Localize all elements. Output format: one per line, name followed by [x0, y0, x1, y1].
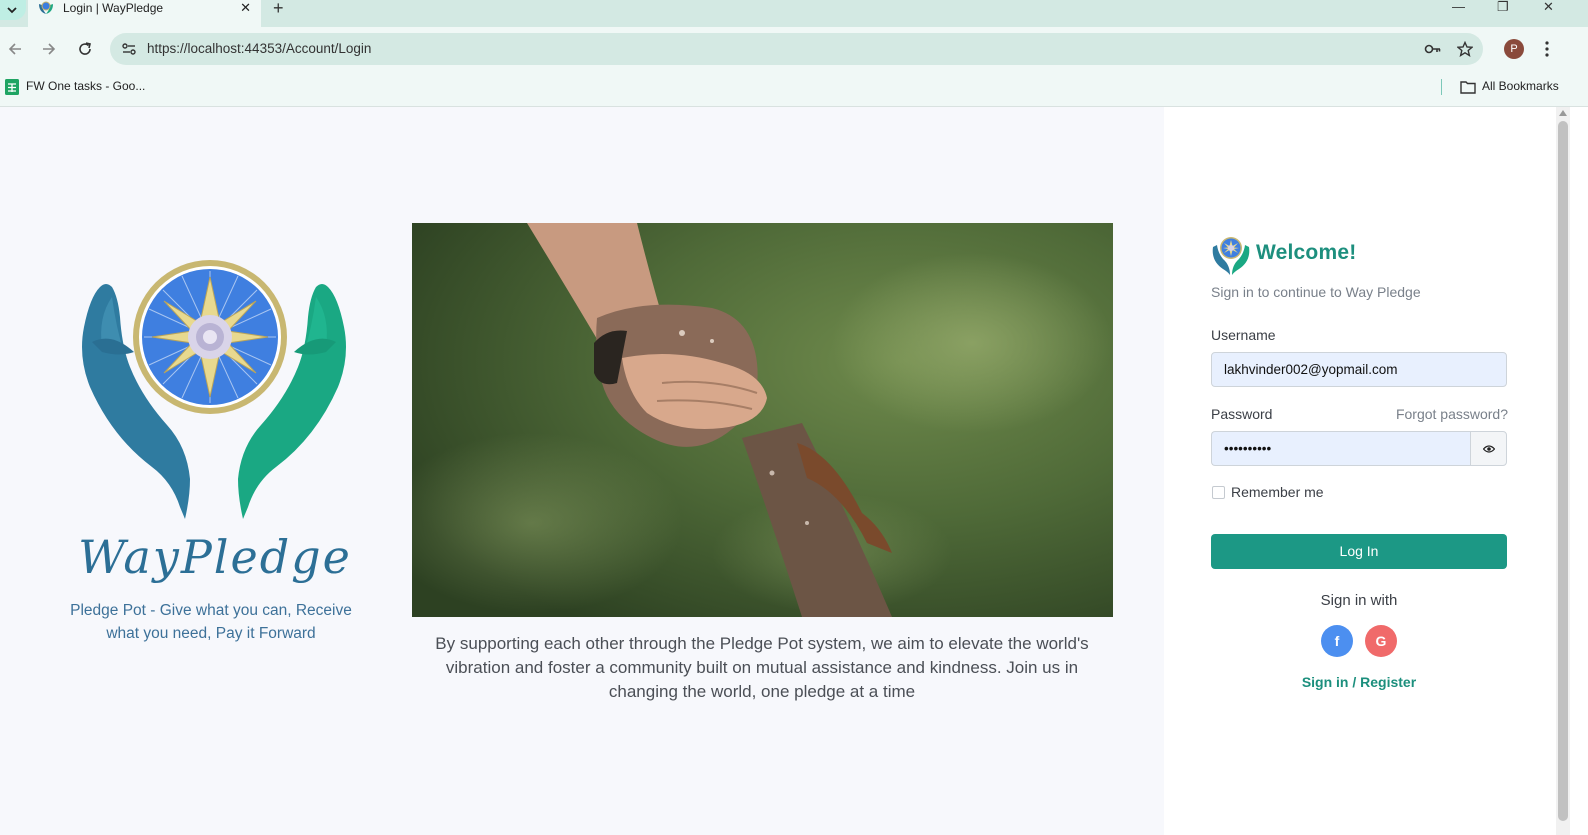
brand-panel: WayPledge Pledge Pot - Give what you can…	[0, 107, 1164, 835]
username-input[interactable]	[1211, 352, 1507, 387]
brand-name: WayPledge	[78, 530, 352, 584]
facebook-icon: f	[1334, 633, 1340, 649]
remember-me-label[interactable]: Remember me	[1231, 483, 1324, 501]
page-scrollbar[interactable]	[1556, 107, 1570, 835]
all-bookmarks-button[interactable]: All Bookmarks	[1460, 79, 1559, 94]
tab-title: Login | WayPledge	[63, 1, 164, 15]
welcome-subtitle: Sign in to continue to Way Pledge	[1211, 284, 1421, 300]
active-tab[interactable]: Login | WayPledge ✕	[28, 0, 261, 27]
close-window-button[interactable]: ✕	[1543, 0, 1554, 14]
scrollbar-thumb[interactable]	[1558, 121, 1568, 821]
google-login-button[interactable]: G	[1365, 625, 1397, 657]
back-arrow-icon[interactable]	[7, 41, 23, 57]
page-content: WayPledge Pledge Pot - Give what you can…	[0, 107, 1588, 835]
login-button[interactable]: Log In	[1211, 534, 1507, 569]
google-icon: G	[1375, 633, 1387, 649]
forward-arrow-icon[interactable]	[41, 41, 57, 57]
password-field-group: ••••••••••	[1211, 431, 1507, 466]
site-settings-icon[interactable]	[121, 41, 137, 57]
welcome-title: Welcome!	[1256, 241, 1357, 264]
chevron-down-icon	[7, 7, 17, 14]
bookmark-star-icon[interactable]	[1457, 41, 1473, 57]
waypledge-logo	[82, 260, 346, 519]
bookmark-separator	[1441, 79, 1442, 95]
hero-image-helping-hands	[412, 223, 1113, 617]
password-key-icon[interactable]	[1424, 41, 1442, 57]
new-tab-button[interactable]: +	[273, 0, 284, 18]
facebook-login-button[interactable]: f	[1321, 625, 1353, 657]
toggle-password-visibility-button[interactable]	[1470, 431, 1507, 466]
profile-avatar[interactable]: P	[1504, 39, 1524, 59]
password-label: Password	[1211, 406, 1273, 422]
browser-toolbar: https://localhost:44353/Account/Login P	[0, 27, 1588, 71]
brand-tagline: Pledge Pot - Give what you can, Receive …	[70, 602, 352, 642]
login-panel: Welcome! Sign in to continue to Way Pled…	[1164, 107, 1556, 835]
bookmark-item[interactable]: FW One tasks - Goo...	[5, 79, 145, 95]
tab-search-button[interactable]	[0, 0, 26, 20]
mission-statement: By supporting each other through the Ple…	[435, 634, 1089, 701]
minimize-button[interactable]: —	[1452, 0, 1465, 14]
waypledge-favicon-icon	[39, 1, 53, 14]
tab-strip: Login | WayPledge ✕ + — ❐ ✕	[0, 0, 1588, 27]
sign-in-with-label: Sign in with	[1320, 592, 1398, 609]
waypledge-small-logo	[1212, 237, 1250, 275]
remember-me-checkbox[interactable]	[1212, 486, 1225, 499]
restore-button[interactable]: ❐	[1497, 0, 1509, 14]
forgot-password-link[interactable]: Forgot password?	[1396, 405, 1508, 423]
scroll-up-arrow-icon[interactable]	[1559, 110, 1567, 116]
bookmark-label: FW One tasks - Goo...	[26, 79, 146, 94]
browser-menu-icon[interactable]	[1545, 41, 1549, 57]
address-bar[interactable]: https://localhost:44353/Account/Login	[110, 33, 1483, 65]
eye-icon	[1483, 445, 1495, 453]
all-bookmarks-label: All Bookmarks	[1482, 79, 1559, 93]
password-input[interactable]: ••••••••••	[1211, 431, 1471, 466]
google-sheets-icon	[5, 79, 19, 95]
reload-icon[interactable]	[77, 41, 93, 57]
username-label: Username	[1211, 327, 1276, 343]
register-link[interactable]: Sign in / Register	[1211, 673, 1507, 691]
close-tab-icon[interactable]: ✕	[240, 1, 251, 15]
url-text: https://localhost:44353/Account/Login	[147, 41, 372, 56]
bookmarks-bar: FW One tasks - Goo... All Bookmarks	[0, 71, 1588, 107]
folder-icon	[1460, 81, 1476, 94]
